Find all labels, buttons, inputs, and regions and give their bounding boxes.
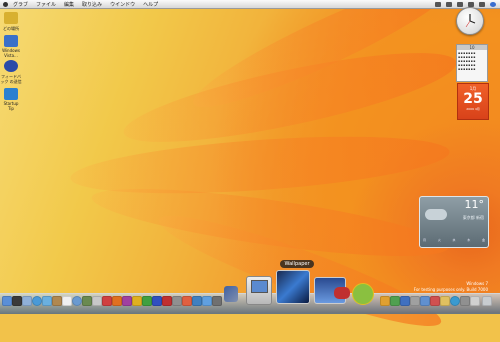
watermark-title: Windows 7 — [466, 281, 488, 286]
app-icon[interactable] — [112, 296, 122, 306]
desktop-icon-label: フィードバック の送信 — [0, 74, 22, 84]
hamburger-badge-icon[interactable] — [352, 283, 374, 305]
app-icon[interactable] — [420, 296, 430, 306]
app-icon[interactable] — [142, 296, 152, 306]
finder-icon[interactable] — [2, 296, 12, 306]
app-icon[interactable] — [152, 296, 162, 306]
ichat-icon[interactable] — [42, 296, 52, 306]
app-icon[interactable] — [460, 296, 470, 306]
itunes-icon[interactable] — [72, 296, 82, 306]
app-icon[interactable] — [212, 296, 222, 306]
dock-tooltip: Wallpaper — [280, 260, 314, 268]
menu-item-window[interactable]: ウインドウ — [110, 1, 135, 8]
clock-face-icon — [465, 14, 476, 28]
folder-icon — [4, 12, 18, 24]
clock-widget[interactable] — [456, 7, 484, 35]
weather-forecast: 月 火 水 木 金 — [423, 238, 485, 244]
menu-item-help[interactable]: ヘルプ — [143, 1, 158, 8]
address-book-icon[interactable] — [52, 296, 62, 306]
wifi-icon[interactable] — [446, 1, 452, 7]
menu-item-capture[interactable]: 取り込み — [82, 1, 102, 8]
feedback-icon — [4, 60, 18, 72]
disk-icon — [4, 35, 18, 47]
tip-icon — [4, 88, 18, 100]
calendar-widget[interactable]: 10 ▪▪▪▪▪▪▪ ▪▪▪▪▪▪▪ ▪▪▪▪▪▪▪ ▪▪▪▪▪▪▪ ▪▪▪▪▪▪▪ — [456, 44, 488, 82]
volume-icon[interactable] — [457, 1, 463, 7]
date-widget-year: 2009 4月 — [466, 107, 480, 111]
apple-menu-icon[interactable] — [3, 1, 8, 7]
mac-screen-icon — [251, 280, 268, 293]
wallpaper-app-icon[interactable] — [276, 270, 310, 304]
spotlight-icon[interactable] — [490, 1, 496, 7]
mail-icon[interactable] — [22, 296, 32, 306]
date-widget-day: 25 — [463, 91, 483, 107]
app-icon[interactable] — [122, 296, 132, 306]
menu-item-grab[interactable]: グラブ — [13, 1, 28, 8]
app-icon[interactable] — [162, 296, 172, 306]
app-icon[interactable] — [470, 296, 480, 306]
forecast-day: 木 — [467, 238, 471, 242]
app-icon[interactable] — [380, 296, 390, 306]
app-icon[interactable] — [182, 296, 192, 306]
safari-icon[interactable] — [32, 296, 42, 306]
weather-widget[interactable]: 11° 東京都 新宿 月 火 水 木 金 — [419, 196, 489, 248]
app-icon[interactable] — [102, 296, 112, 306]
battery-icon[interactable] — [468, 1, 474, 7]
binoculars-icon[interactable] — [334, 287, 350, 299]
forecast-day: 月 — [423, 238, 427, 242]
forecast-day: 水 — [452, 238, 456, 242]
trash-icon[interactable] — [482, 296, 492, 306]
desktop-icon-label: Windows Vista... — [2, 48, 20, 58]
watermark-build: For testing purposes only. Build 7000 — [413, 287, 488, 292]
preview-icon[interactable] — [92, 296, 102, 306]
app-icon[interactable] — [440, 296, 450, 306]
app-icon[interactable] — [132, 296, 142, 306]
menu-item-edit[interactable]: 編集 — [64, 1, 74, 8]
app-icon[interactable] — [410, 296, 420, 306]
iphoto-icon[interactable] — [82, 296, 92, 306]
forecast-day: 金 — [481, 238, 485, 242]
desktop-icon-label: Startup Tip — [3, 101, 19, 111]
menu-bar: グラブ ファイル 編集 取り込み ウインドウ ヘルプ — [0, 0, 500, 9]
app-icon[interactable] — [400, 296, 410, 306]
desktop-icon-label: どの場所 — [3, 26, 19, 31]
ical-icon[interactable] — [62, 296, 72, 306]
date-widget[interactable]: 1月 25 2009 4月 — [457, 83, 489, 120]
app-icon[interactable] — [430, 296, 440, 306]
app-icon[interactable] — [450, 296, 460, 306]
menu-extras — [435, 1, 496, 7]
user-icon[interactable] — [479, 1, 485, 7]
classic-mac-icon[interactable] — [246, 276, 272, 305]
menu-item-file[interactable]: ファイル — [36, 1, 56, 8]
app-icon[interactable] — [202, 296, 212, 306]
weather-city: 東京都 新宿 — [462, 215, 484, 220]
app-icon[interactable] — [172, 296, 182, 306]
cloud-icon — [425, 209, 447, 220]
weather-temperature: 11° — [464, 198, 485, 211]
dashboard-icon[interactable] — [12, 296, 22, 306]
app-icon[interactable] — [390, 296, 400, 306]
app-icon[interactable] — [192, 296, 202, 306]
pencil-icon[interactable] — [224, 286, 238, 302]
desktop-wallpaper — [0, 0, 500, 342]
forecast-day: 火 — [437, 238, 441, 242]
bluetooth-icon[interactable] — [435, 1, 441, 7]
calendar-grid: ▪▪▪▪▪▪▪ ▪▪▪▪▪▪▪ ▪▪▪▪▪▪▪ ▪▪▪▪▪▪▪ ▪▪▪▪▪▪▪ — [458, 51, 476, 71]
